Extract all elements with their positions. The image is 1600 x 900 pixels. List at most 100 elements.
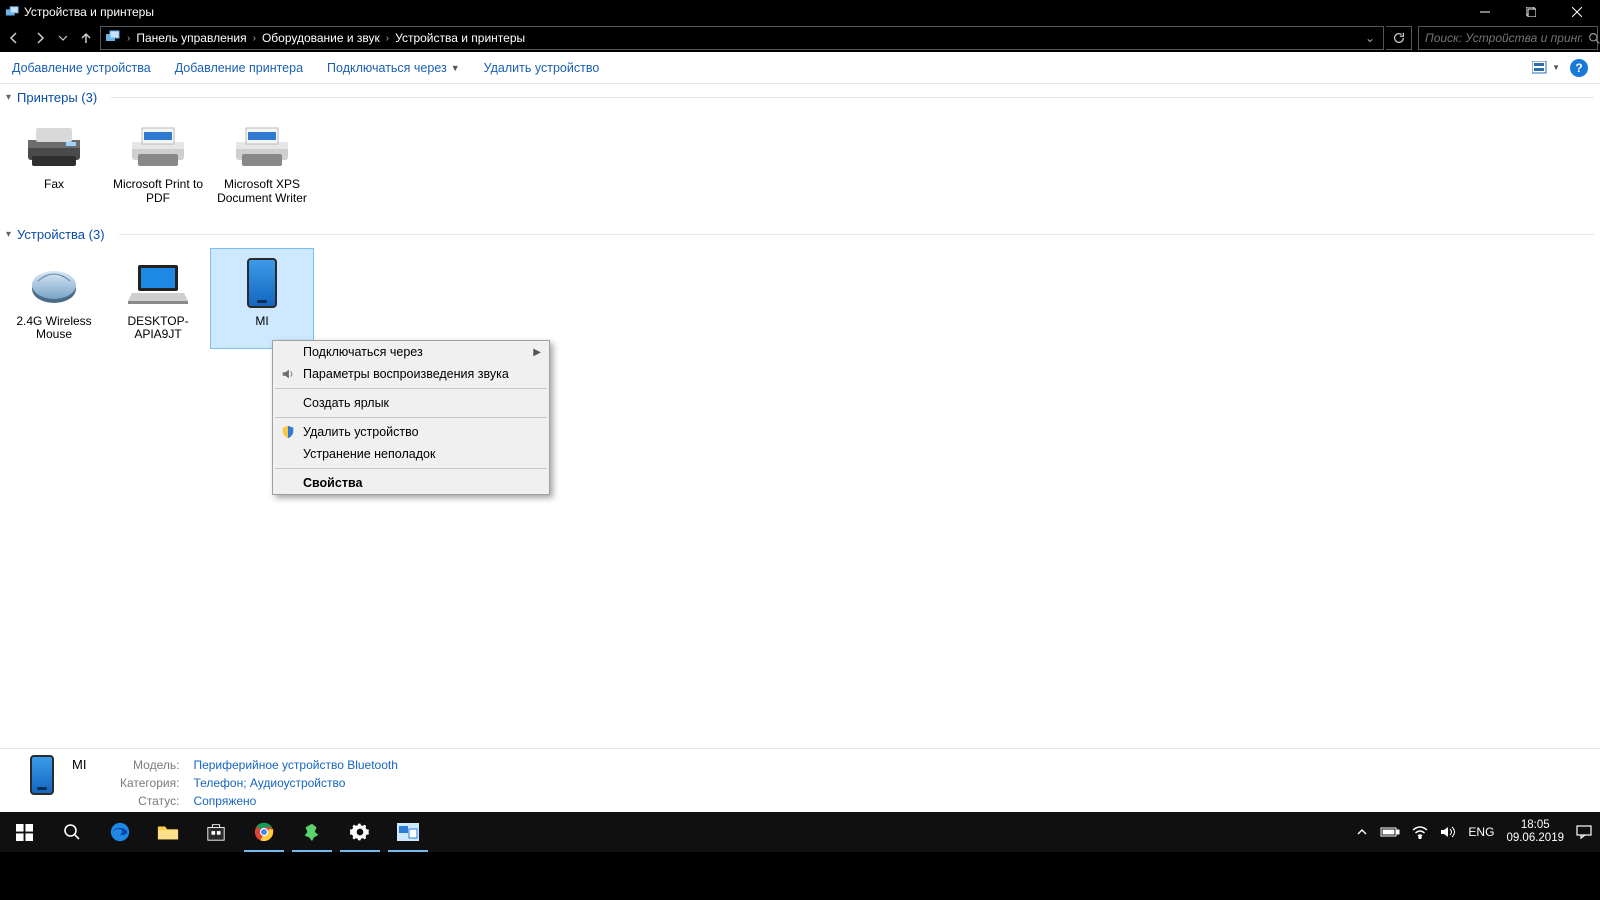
address-icon (105, 30, 121, 47)
tray-time: 18:05 (1506, 819, 1564, 832)
chevron-right-icon: › (380, 33, 395, 44)
help-button[interactable]: ? (1570, 59, 1588, 77)
wifi-icon[interactable] (1412, 825, 1428, 839)
device-item-xps[interactable]: Microsoft XPS Document Writer (210, 111, 314, 213)
device-item-print-pdf[interactable]: Microsoft Print to PDF (106, 111, 210, 213)
details-category-key: Категория: (114, 775, 185, 791)
command-bar: Добавление устройства Добавление принтер… (0, 52, 1600, 84)
device-label: Fax (44, 178, 64, 192)
ctx-label: Подключаться через (303, 345, 423, 359)
context-menu: Подключаться через ▶ Параметры воспроизв… (272, 340, 550, 495)
taskbar-explorer[interactable] (144, 812, 192, 852)
details-status-key: Статус: (114, 793, 185, 809)
system-tray: ENG 18:05 09.06.2019 (1348, 819, 1600, 845)
details-status-value: Сопряжено (187, 793, 403, 809)
add-printer-button[interactable]: Добавление принтера (175, 61, 303, 75)
device-item-mouse[interactable]: 2.4G Wireless Mouse (2, 248, 106, 350)
ctx-troubleshoot[interactable]: Устранение неполадок (273, 443, 549, 465)
group-header-printers[interactable]: ▾ Принтеры (3) (0, 84, 1600, 107)
group-header-devices[interactable]: ▾ Устройства (3) (0, 221, 1600, 244)
device-item-mi[interactable]: MI (210, 248, 314, 350)
window-body: Добавление устройства Добавление принтер… (0, 52, 1600, 812)
speaker-icon (279, 367, 297, 381)
chevron-right-icon: ▶ (533, 347, 541, 358)
ctx-separator (275, 388, 547, 389)
address-dropdown[interactable]: ⌄ (1361, 31, 1379, 45)
forward-button[interactable] (28, 26, 52, 50)
taskbar-edge[interactable] (96, 812, 144, 852)
device-label: MI (255, 315, 268, 329)
taskbar: ENG 18:05 09.06.2019 (0, 812, 1600, 852)
device-label: 2.4G Wireless Mouse (6, 315, 102, 343)
taskbar-settings[interactable] (336, 812, 384, 852)
close-button[interactable] (1554, 0, 1600, 24)
printers-grid: Fax Microsoft Print to PDF (0, 107, 1600, 221)
connect-via-button[interactable]: Подключаться через ▼ (327, 61, 460, 75)
start-button[interactable] (0, 812, 48, 852)
mouse-icon (18, 255, 90, 311)
taskbar-devices[interactable] (384, 812, 432, 852)
details-icon (12, 755, 72, 795)
taskbar-store[interactable] (192, 812, 240, 852)
group-title: Принтеры (3) (17, 90, 97, 105)
laptop-icon (122, 255, 194, 311)
view-options-button[interactable]: ▼ (1532, 61, 1560, 75)
nav-row: › Панель управления › Оборудование и зву… (0, 24, 1600, 52)
ctx-remove-device[interactable]: Удалить устройство (273, 421, 549, 443)
device-item-desktop[interactable]: DESKTOP-APIA9JT (106, 248, 210, 350)
taskbar-chrome[interactable] (240, 812, 288, 852)
action-center-icon[interactable] (1576, 824, 1592, 840)
device-item-fax[interactable]: Fax (2, 111, 106, 213)
ctx-label: Параметры воспроизведения звука (303, 367, 509, 381)
ctx-separator (275, 417, 547, 418)
ctx-create-shortcut[interactable]: Создать ярлык (273, 392, 549, 414)
search-box[interactable] (1418, 26, 1598, 50)
fax-icon (18, 118, 90, 174)
window-title: Устройства и принтеры (24, 5, 1462, 19)
details-category-value: Телефон; Аудиоустройство (187, 775, 403, 791)
details-pane: MI Модель:Периферийное устройство Blueto… (0, 748, 1600, 812)
chevron-down-icon: ▾ (6, 92, 11, 103)
breadcrumb[interactable]: Оборудование и звук (262, 31, 380, 45)
details-name: MI (72, 755, 112, 772)
ctx-label: Создать ярлык (303, 396, 389, 410)
maximize-button[interactable] (1508, 0, 1554, 24)
device-label: DESKTOP-APIA9JT (110, 315, 206, 343)
ctx-properties[interactable]: Свойства (273, 472, 549, 494)
taskbar-app-green[interactable] (288, 812, 336, 852)
content-area: ▾ Принтеры (3) Fax (0, 84, 1600, 748)
ctx-label: Устранение неполадок (303, 447, 435, 461)
back-button[interactable] (2, 26, 26, 50)
group-title: Устройства (3) (17, 227, 105, 242)
device-label: Microsoft Print to PDF (110, 178, 206, 206)
breadcrumb[interactable]: Устройства и принтеры (395, 31, 525, 45)
breadcrumb[interactable]: Панель управления (136, 31, 246, 45)
details-model-value: Периферийное устройство Bluetooth (187, 757, 403, 773)
chevron-down-icon: ▼ (451, 63, 460, 73)
add-device-button[interactable]: Добавление устройства (12, 61, 151, 75)
tray-date: 09.06.2019 (1506, 832, 1564, 845)
battery-icon[interactable] (1380, 826, 1400, 838)
tray-overflow-icon[interactable] (1356, 826, 1368, 838)
chevron-right-icon: › (121, 33, 136, 44)
search-input[interactable] (1419, 31, 1588, 45)
recent-dropdown[interactable] (54, 26, 72, 50)
ctx-label: Свойства (303, 476, 362, 490)
up-button[interactable] (74, 26, 98, 50)
tray-language[interactable]: ENG (1468, 825, 1494, 839)
chevron-down-icon: ▼ (1552, 63, 1560, 72)
ctx-sound-params[interactable]: Параметры воспроизведения звука (273, 363, 549, 385)
minimize-button[interactable] (1462, 0, 1508, 24)
address-bar[interactable]: › Панель управления › Оборудование и зву… (100, 26, 1384, 50)
printer-icon (122, 118, 194, 174)
taskbar-search[interactable] (48, 812, 96, 852)
volume-icon[interactable] (1440, 825, 1456, 839)
device-label: Microsoft XPS Document Writer (214, 178, 310, 206)
ctx-connect-via[interactable]: Подключаться через ▶ (273, 341, 549, 363)
tray-clock[interactable]: 18:05 09.06.2019 (1506, 819, 1564, 845)
ctx-separator (275, 468, 547, 469)
connect-via-label: Подключаться через (327, 61, 447, 75)
search-icon[interactable] (1588, 32, 1600, 45)
refresh-button[interactable] (1386, 26, 1412, 50)
remove-device-button[interactable]: Удалить устройство (484, 61, 600, 75)
